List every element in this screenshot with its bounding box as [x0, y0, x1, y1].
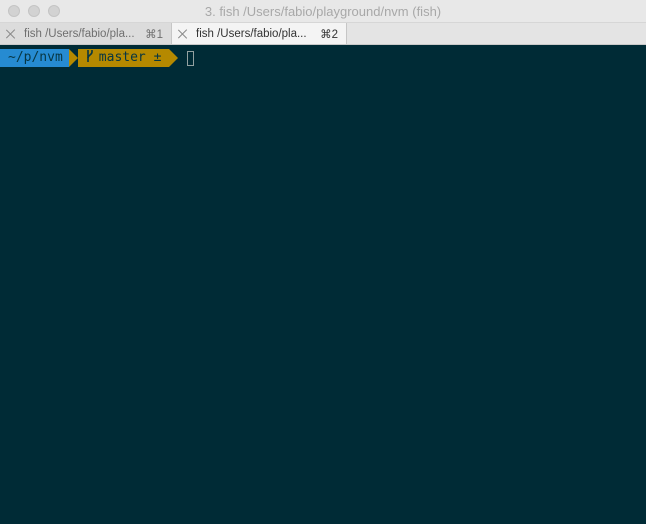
tab-bar: fish /Users/fabio/pla... ⌘1 fish /Users/…: [0, 23, 646, 45]
tab-label: fish /Users/fabio/pla...: [196, 27, 307, 40]
prompt-path-segment: ~/p/nvm: [0, 49, 78, 67]
tab-close-icon[interactable]: [178, 29, 188, 39]
tab-bar-empty-area[interactable]: [347, 23, 646, 44]
tab-1[interactable]: fish /Users/fabio/pla... ⌘1: [0, 23, 172, 44]
shell-prompt: ~/p/nvm master ±: [0, 49, 195, 67]
tab-label: fish /Users/fabio/pla...: [24, 27, 135, 40]
terminal-window: 3. fish /Users/fabio/playground/nvm (fis…: [0, 0, 646, 524]
tab-shortcut: ⌘1: [145, 28, 163, 41]
tab-2[interactable]: fish /Users/fabio/pla... ⌘2: [172, 23, 347, 44]
title-bar[interactable]: 3. fish /Users/fabio/playground/nvm (fis…: [0, 0, 646, 23]
prompt-branch-name: master ±: [98, 50, 162, 65]
tab-shortcut: ⌘2: [320, 28, 338, 41]
git-branch-icon: [86, 50, 93, 62]
terminal-cursor: [187, 50, 195, 66]
prompt-git-segment: master ±: [68, 49, 179, 67]
tab-close-icon[interactable]: [6, 29, 16, 39]
terminal-content[interactable]: ~/p/nvm master ±: [0, 45, 646, 524]
window-title: 3. fish /Users/fabio/playground/nvm (fis…: [204, 4, 442, 19]
